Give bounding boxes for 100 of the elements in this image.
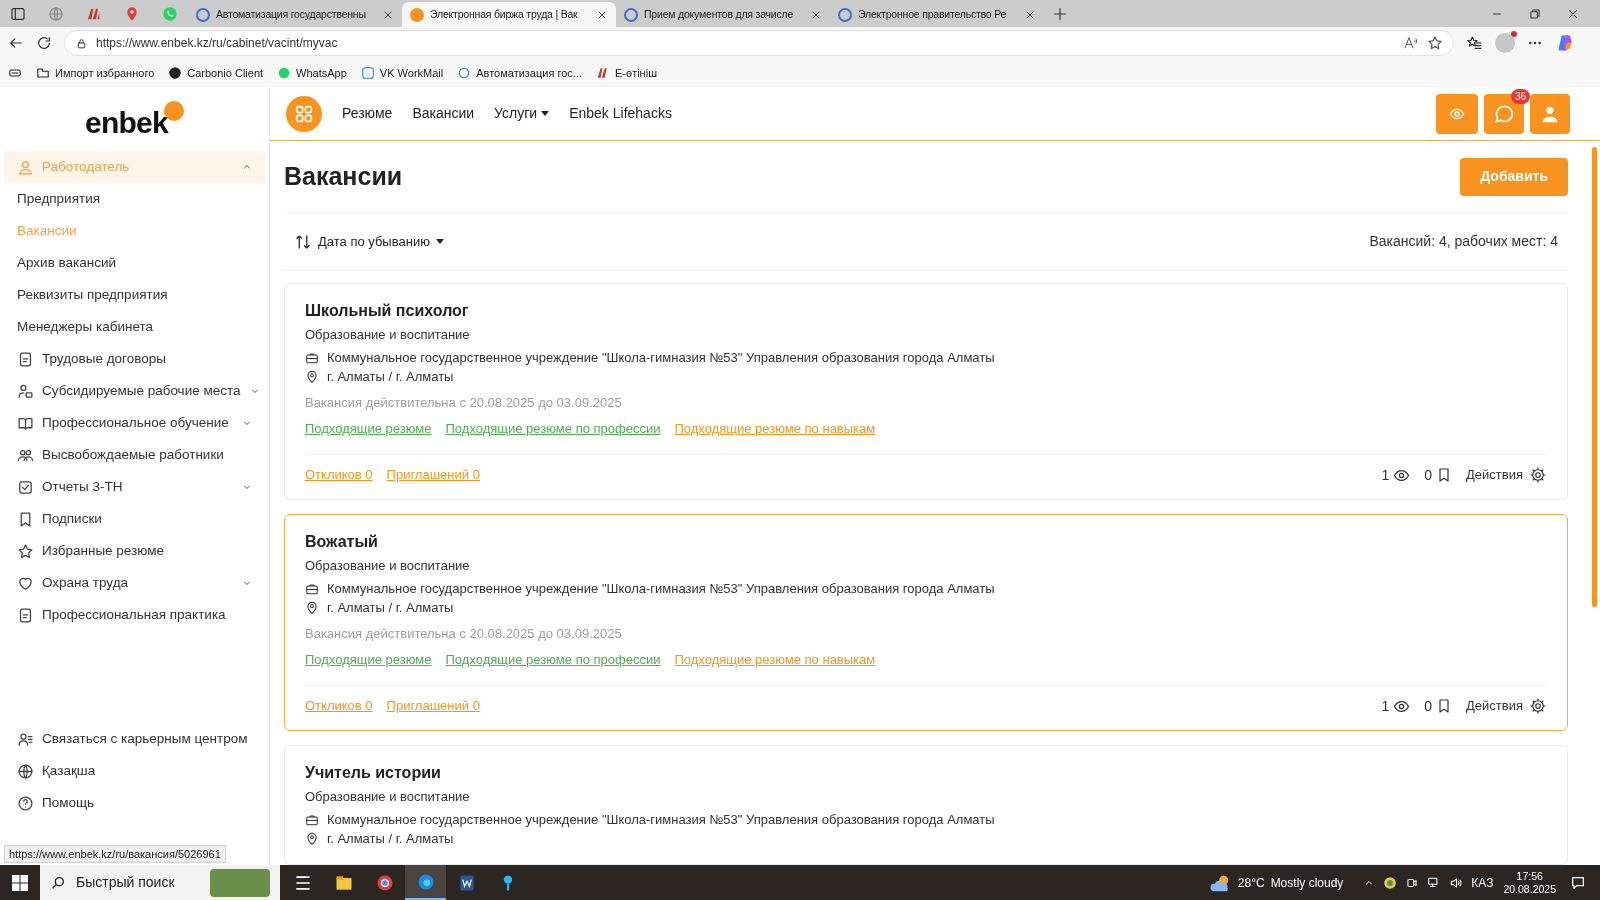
sidebar-item[interactable]: Реквизиты предприятия [4, 279, 265, 311]
sidebar-item[interactable]: Қазақша [4, 755, 265, 787]
favorites-icon[interactable] [1466, 34, 1483, 52]
vacancy-title[interactable]: Учитель истории [305, 762, 1547, 784]
document-icon [17, 350, 34, 368]
gear-icon [1529, 697, 1547, 715]
actions-menu[interactable]: Действия [1466, 697, 1547, 715]
validity-period: Вакансия действительна с 20.08.2025 до 03.09.2025 [305, 394, 623, 412]
keyboard-language[interactable]: КАЗ [1471, 873, 1494, 892]
sidebar-item[interactable]: Связаться с карьерным центром [4, 723, 265, 755]
nav-link[interactable]: Услуги [494, 103, 550, 124]
bookmark-link[interactable]: E-өтініш [596, 64, 657, 82]
sidebar-item[interactable]: Помощь [4, 787, 265, 819]
bookmark-link[interactable]: Автоматизация гос... [457, 64, 582, 82]
sidebar-item[interactable]: Отчеты 3-ТН [4, 471, 265, 503]
profile-avatar-icon[interactable] [1495, 33, 1515, 53]
briefcase-icon [305, 351, 319, 365]
tab-actions-icon[interactable] [10, 5, 26, 22]
taskbar-search-field[interactable]: Быстрый поиск [40, 865, 280, 900]
bookmark-favicon-icon [36, 66, 50, 80]
vacancy-location: г. Алматы / г. Алматы [327, 599, 454, 617]
notifications-icon[interactable] [1570, 874, 1586, 891]
tab-title: Электронное правительство Ре [858, 6, 1008, 22]
sidebar-item[interactable]: Высвобождаемые работники [4, 439, 265, 471]
sidebar-item[interactable]: Избранные резюме [4, 535, 265, 567]
caret-icon [435, 238, 444, 245]
browser-tab[interactable]: Прием документов для зачисле [616, 2, 830, 27]
briefcase-icon [305, 582, 319, 596]
gear-icon [1529, 466, 1547, 484]
bookmark-link[interactable]: VK WorkMail [360, 64, 444, 82]
browser-tab[interactable]: Автоматизация государственны [188, 2, 402, 27]
sort-dropdown[interactable]: Дата по убыванию [294, 231, 444, 252]
sidebar-item[interactable]: Профессиональная практика [4, 599, 265, 631]
refresh-icon[interactable] [36, 35, 52, 51]
star-icon[interactable] [1427, 35, 1443, 51]
star-icon [17, 542, 34, 560]
tab-title: Прием документов для зачисле [644, 6, 795, 22]
bookmark-link[interactable]: Импорт избранного [36, 64, 155, 82]
clock-date[interactable]: 20.08.2025 [1503, 882, 1556, 896]
sidebar-item[interactable]: Предприятия [4, 183, 265, 215]
bookmark-link[interactable]: Carbonio Client [168, 64, 264, 82]
chat-bubble-icon [1494, 103, 1514, 124]
new-tab-icon[interactable] [1052, 5, 1068, 22]
browser-tab[interactable]: Электронная биржа труда | Вак [402, 2, 616, 27]
browser-tab[interactable]: Электронное правительство Ре [830, 2, 1044, 27]
sidebar-item[interactable]: Подписки [4, 503, 265, 535]
sidebar-item[interactable]: Архив вакансий [4, 247, 265, 279]
browser-icon[interactable] [405, 865, 446, 900]
globe-icon [17, 762, 34, 780]
bookmark-favicon-icon [277, 66, 292, 80]
back-arrow-icon[interactable] [8, 35, 24, 51]
sidebar-item[interactable]: Трудовые договоры [4, 343, 265, 375]
lock-icon [75, 36, 88, 50]
saved-count: 0 [1424, 466, 1433, 484]
sidebar-item[interactable]: Субсидируемые рабочие места [4, 375, 265, 407]
site-favicon-icon [624, 7, 638, 22]
address-bar[interactable]: https://www.enbek.kz/ru/cabinet/vacint/myvac [64, 30, 1454, 56]
page-title: Вакансии [284, 160, 403, 192]
nav-link[interactable]: Вакансии [412, 103, 475, 124]
reading-view-icon[interactable] [8, 66, 22, 80]
tab-title: Автоматизация государственны [216, 6, 367, 22]
actions-menu[interactable]: Действия [1466, 466, 1547, 484]
sidebar-item[interactable]: Менеджеры кабинета [4, 311, 265, 343]
user-icon [17, 158, 34, 176]
location-pin-icon [305, 832, 319, 846]
copilot-logo-icon[interactable] [1555, 33, 1575, 53]
vacancy-title[interactable]: Вожатый [305, 531, 1547, 553]
document-icon [17, 606, 34, 624]
messages-button[interactable] [1484, 93, 1524, 134]
vacancy-category: Образование и воспитание [305, 326, 471, 344]
bookmark-favicon-icon [360, 66, 375, 80]
nav-link[interactable]: Резюме [342, 103, 393, 124]
bookmark-favicon-icon [168, 66, 183, 80]
sidebar-item[interactable]: Профессиональное обучение [4, 407, 265, 439]
checkbox-icon [17, 478, 34, 496]
bookmark-link[interactable]: WhatsApp [277, 64, 347, 82]
site-favicon-icon [838, 7, 852, 22]
map-pin-icon[interactable] [124, 5, 140, 22]
vacancy-title[interactable]: Школьный психолог [305, 300, 1547, 322]
scrollbar[interactable] [1592, 147, 1597, 607]
help-icon [17, 794, 34, 812]
caret-icon [541, 110, 550, 117]
site-favicon-icon [410, 7, 424, 22]
clock-time[interactable]: 17:56 [1516, 869, 1543, 883]
temperature: 28°C [1237, 874, 1265, 892]
vacancy-location: г. Алматы / г. Алматы [327, 368, 454, 386]
shield-app-icon[interactable] [1383, 875, 1398, 890]
read-aloud-icon[interactable] [1403, 35, 1419, 51]
restore-icon[interactable] [1528, 6, 1542, 21]
nav-link[interactable]: Enbek Lifehacks [569, 103, 672, 124]
sidebar-item[interactable]: Охрана труда [4, 567, 265, 599]
organization-name: Коммунальное государственное учреждение "Школа-гимназия №53" Управления образования города Алматы [327, 349, 995, 367]
location-pin-icon [305, 370, 319, 384]
tab-title: Электронная биржа труда | Вак [430, 6, 579, 22]
speaker-icon[interactable] [1449, 875, 1464, 890]
briefcase-icon [305, 813, 319, 827]
location-pin-icon [305, 601, 319, 615]
vacancy-category: Образование и воспитание [305, 788, 471, 806]
site-logo[interactable]: enbek [85, 101, 184, 151]
bookmark-favicon-icon [457, 66, 472, 80]
